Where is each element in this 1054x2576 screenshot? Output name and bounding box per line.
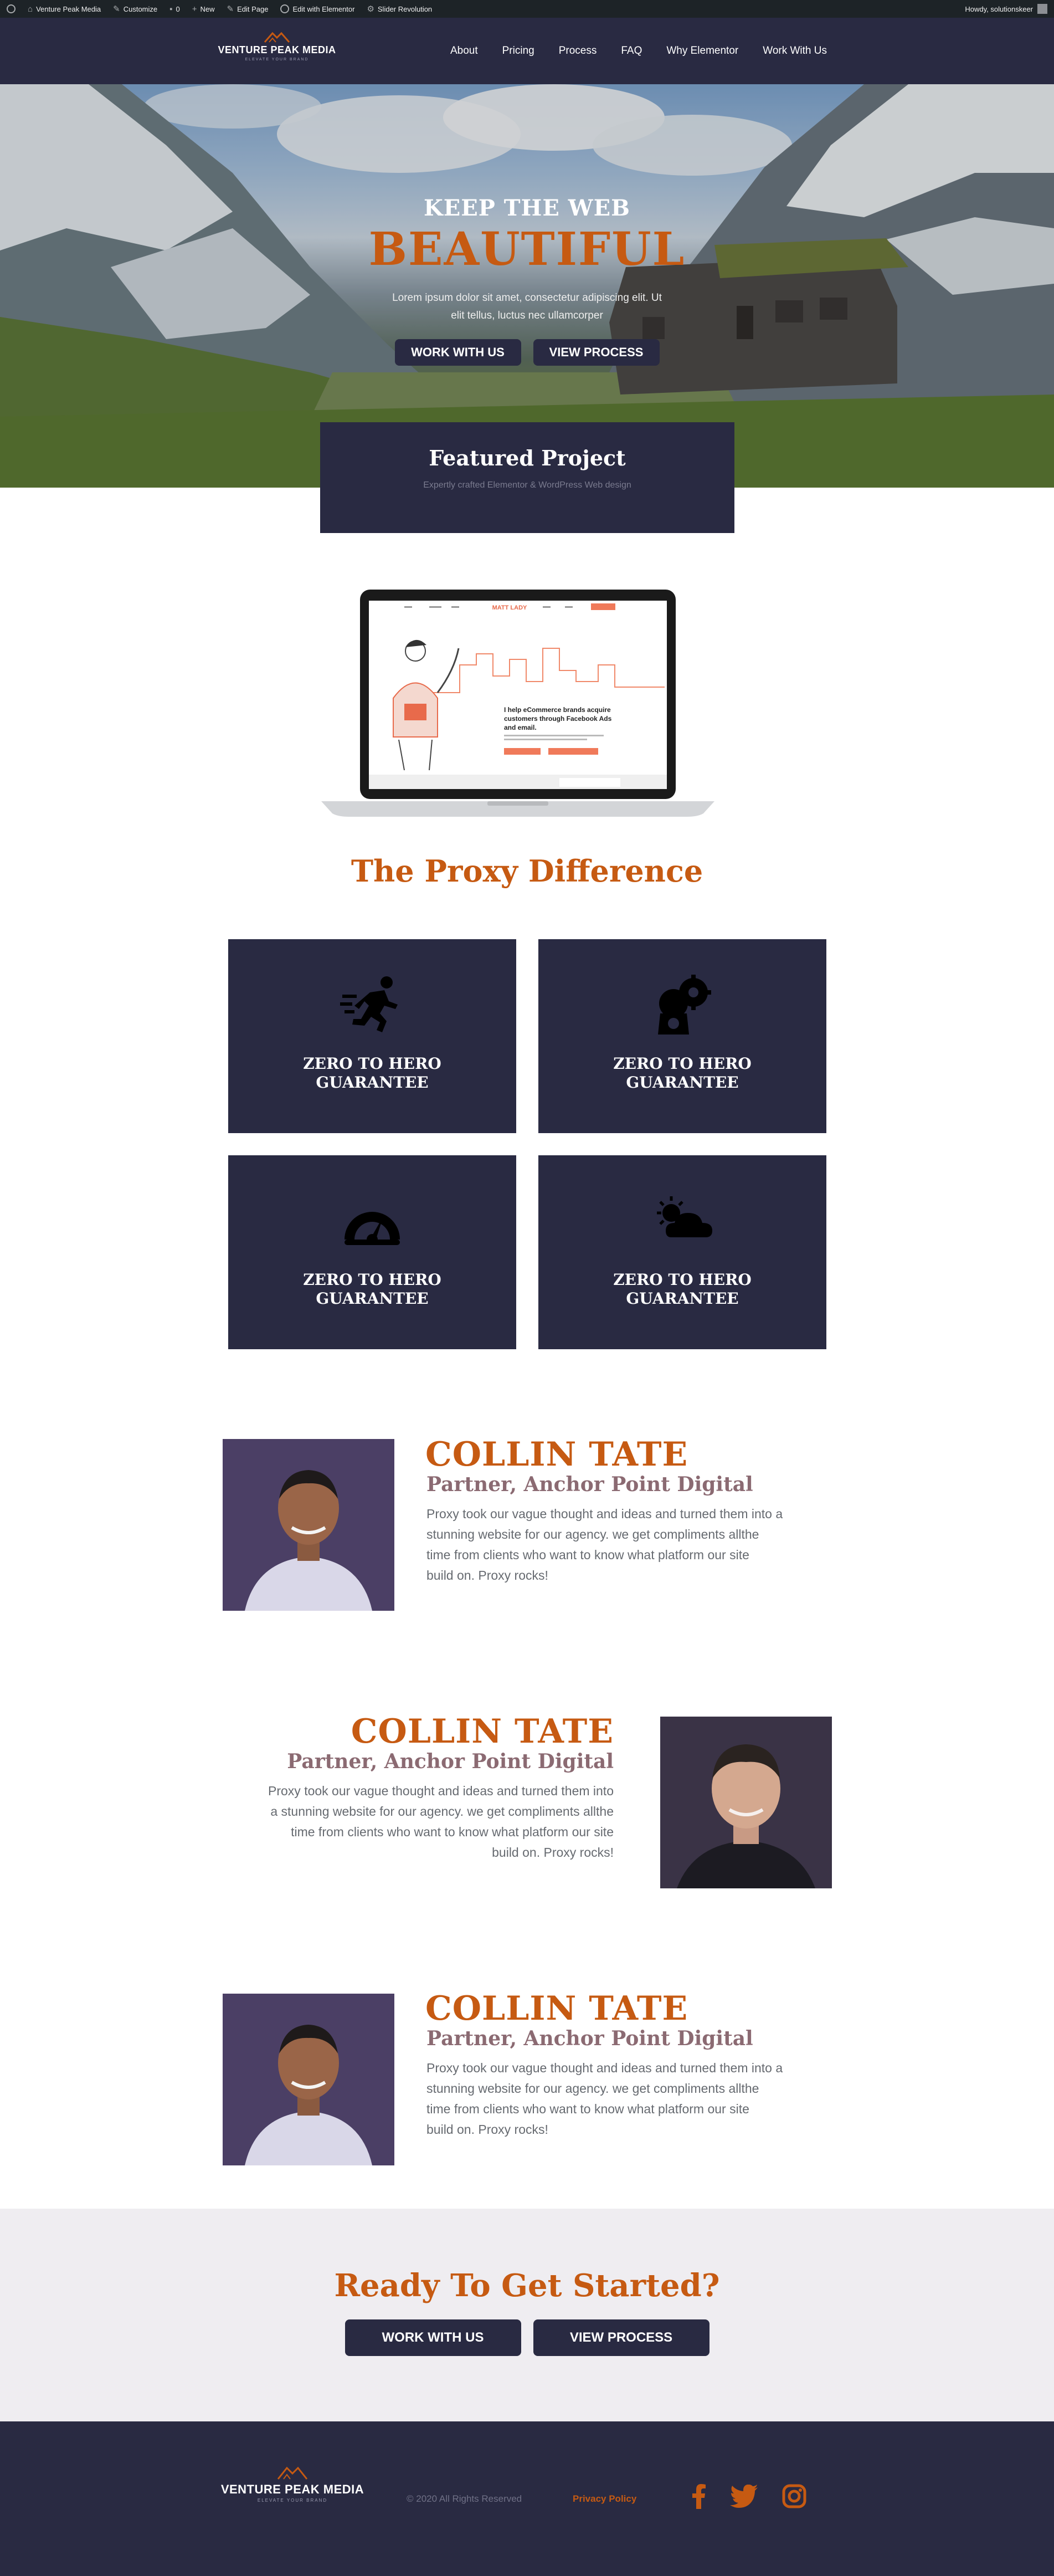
sun-cloud-icon <box>657 1196 712 1237</box>
work-with-us-button[interactable]: WORK WITH US <box>394 339 521 366</box>
testimonial-photo <box>223 1994 394 2165</box>
testimonial: COLLIN TATE Partner, Anchor Point Digita… <box>0 1712 1054 1889</box>
testimonial-quote: Proxy took our vague thought and ideas a… <box>268 1784 614 1860</box>
feature-card: ZERO TO HERO GUARANTEE <box>538 1155 826 1349</box>
site-footer: VENTURE PEAK MEDIA ELEVATE YOUR BRAND © … <box>0 2421 1054 2576</box>
feature-card-label: ZERO TO HERO GUARANTEE <box>303 1054 441 1092</box>
testimonial-photo <box>660 1717 832 1888</box>
testimonial: COLLIN TATE Partner, Anchor Point Digita… <box>0 1435 1054 1612</box>
featured-subtitle: Expertly crafted Elementor & WordPress W… <box>423 480 631 490</box>
admin-site-name[interactable]: ⌂ Venture Peak Media <box>28 4 101 14</box>
laptop-headline-2: customers through Facebook Ads <box>504 715 612 723</box>
featured-project-box: Featured Project Expertly crafted Elemen… <box>320 422 734 533</box>
mountain-logo-icon <box>264 32 290 43</box>
site-logo[interactable]: VENTURE PEAK MEDIA ELEVATE YOUR BRAND <box>216 31 338 64</box>
gear-icon: ⚙ <box>367 4 374 14</box>
main-nav: About Pricing Process FAQ Why Elementor … <box>450 18 827 84</box>
speedometer-icon <box>345 1212 400 1245</box>
nav-process[interactable]: Process <box>559 45 597 57</box>
admin-comments[interactable]: ▪ 0 <box>169 4 180 14</box>
running-person-icon <box>340 976 398 1032</box>
twitter-icon[interactable] <box>730 2485 758 2508</box>
proxy-difference-title: The Proxy Difference <box>351 853 703 889</box>
testimonial: COLLIN TATE Partner, Anchor Point Digita… <box>0 1989 1054 2167</box>
logo-name: VENTURE PEAK MEDIA <box>218 44 336 55</box>
laptop-headline-3: and email. <box>504 724 537 731</box>
work-with-us-button[interactable]: WORK WITH US <box>345 2319 521 2356</box>
feature-cards: ZERO TO HERO GUARANTEE ZERO TO HERO GUAR… <box>228 939 826 1349</box>
home-icon: ⌂ <box>28 4 33 14</box>
testimonial-name: COLLIN TATE <box>351 1712 614 1751</box>
testimonial-name: COLLIN TATE <box>425 1989 688 2028</box>
testimonial-name: COLLIN TATE <box>425 1435 688 1474</box>
feature-card-label: ZERO TO HERO GUARANTEE <box>613 1271 752 1308</box>
facebook-icon[interactable] <box>692 2483 706 2509</box>
testimonial-role: Partner, Anchor Point Digital <box>426 2027 753 2050</box>
pencil-icon: ✎ <box>227 4 234 14</box>
nav-work-with-us[interactable]: Work With Us <box>763 45 827 57</box>
feature-card: ZERO TO HERO GUARANTEE <box>228 939 516 1133</box>
testimonial-role: Partner, Anchor Point Digital <box>287 1750 614 1773</box>
admin-bar: ⌂ Venture Peak Media ✎ Customize ▪ 0 + New ✎… <box>0 0 1054 18</box>
brush-icon: ✎ <box>113 4 120 14</box>
settings-bag-icon <box>658 975 711 1035</box>
privacy-policy-link[interactable]: Privacy Policy <box>573 2493 636 2505</box>
admin-edit-page[interactable]: ✎ Edit Page <box>227 4 268 14</box>
footer-logo-tagline: ELEVATE YOUR BRAND <box>257 2498 328 2503</box>
admin-customize[interactable]: ✎ Customize <box>113 4 157 14</box>
instagram-icon[interactable] <box>782 2484 806 2508</box>
avatar <box>1037 4 1047 14</box>
feature-card: ZERO TO HERO GUARANTEE <box>228 1155 516 1349</box>
laptop-brand-text: MATT LADY <box>492 605 527 611</box>
laptop-headline-1: I help eCommerce brands acquire <box>504 706 611 714</box>
feature-card: ZERO TO HERO GUARANTEE <box>538 939 826 1133</box>
nav-about[interactable]: About <box>450 45 478 57</box>
nav-why-elementor[interactable]: Why Elementor <box>666 45 738 57</box>
laptop-mockup: MATT LADY I help eCommerce brands acquir… <box>321 587 714 820</box>
view-process-button[interactable]: VIEW PROCESS <box>533 2319 709 2356</box>
mountain-logo-icon <box>277 2466 308 2480</box>
cta-buttons: WORK WITH US VIEW PROCESS <box>0 2319 1054 2356</box>
copyright-text: © 2020 All Rights Reserved <box>407 2493 522 2504</box>
admin-new[interactable]: + New <box>192 4 215 14</box>
social-links <box>692 2483 806 2509</box>
nav-pricing[interactable]: Pricing <box>502 45 534 57</box>
view-process-button[interactable]: VIEW PROCESS <box>533 339 660 366</box>
wordpress-icon <box>7 4 16 13</box>
hero-description: Lorem ipsum dolor sit amet, consectetur … <box>392 292 662 321</box>
logo-tagline: ELEVATE YOUR BRAND <box>245 58 309 62</box>
featured-title: Featured Project <box>429 445 626 470</box>
testimonial-role: Partner, Anchor Point Digital <box>426 1473 753 1496</box>
hero-buttons: WORK WITH US VIEW PROCESS <box>0 339 1054 366</box>
cta-section: Ready To Get Started? WORK WITH US VIEW … <box>0 2209 1054 2421</box>
hero-title: BEAUTIFUL <box>368 223 686 276</box>
testimonial-photo <box>223 1439 394 1611</box>
footer-logo[interactable]: VENTURE PEAK MEDIA ELEVATE YOUR BRAND <box>215 2466 370 2510</box>
admin-slider-revolution[interactable]: ⚙ Slider Revolution <box>367 4 432 14</box>
admin-account[interactable]: Howdy, solutionskeer <box>965 4 1047 14</box>
feature-card-label: ZERO TO HERO GUARANTEE <box>303 1271 441 1308</box>
comment-icon: ▪ <box>169 4 173 14</box>
testimonial-quote: Proxy took our vague thought and ideas a… <box>426 2061 783 2137</box>
hero-subtitle: KEEP THE WEB <box>424 195 630 221</box>
footer-logo-name: VENTURE PEAK MEDIA <box>220 2482 364 2496</box>
cta-title: Ready To Get Started? <box>334 2267 720 2304</box>
elementor-icon <box>280 4 290 13</box>
plus-icon: + <box>192 4 197 14</box>
feature-card-label: ZERO TO HERO GUARANTEE <box>613 1054 752 1092</box>
admin-edit-elementor[interactable]: Edit with Elementor <box>280 4 354 13</box>
nav-faq[interactable]: FAQ <box>621 45 642 57</box>
site-header: VENTURE PEAK MEDIA ELEVATE YOUR BRAND Ab… <box>0 18 1054 84</box>
testimonial-quote: Proxy took our vague thought and ideas a… <box>426 1507 783 1583</box>
wordpress-menu[interactable] <box>7 4 16 13</box>
